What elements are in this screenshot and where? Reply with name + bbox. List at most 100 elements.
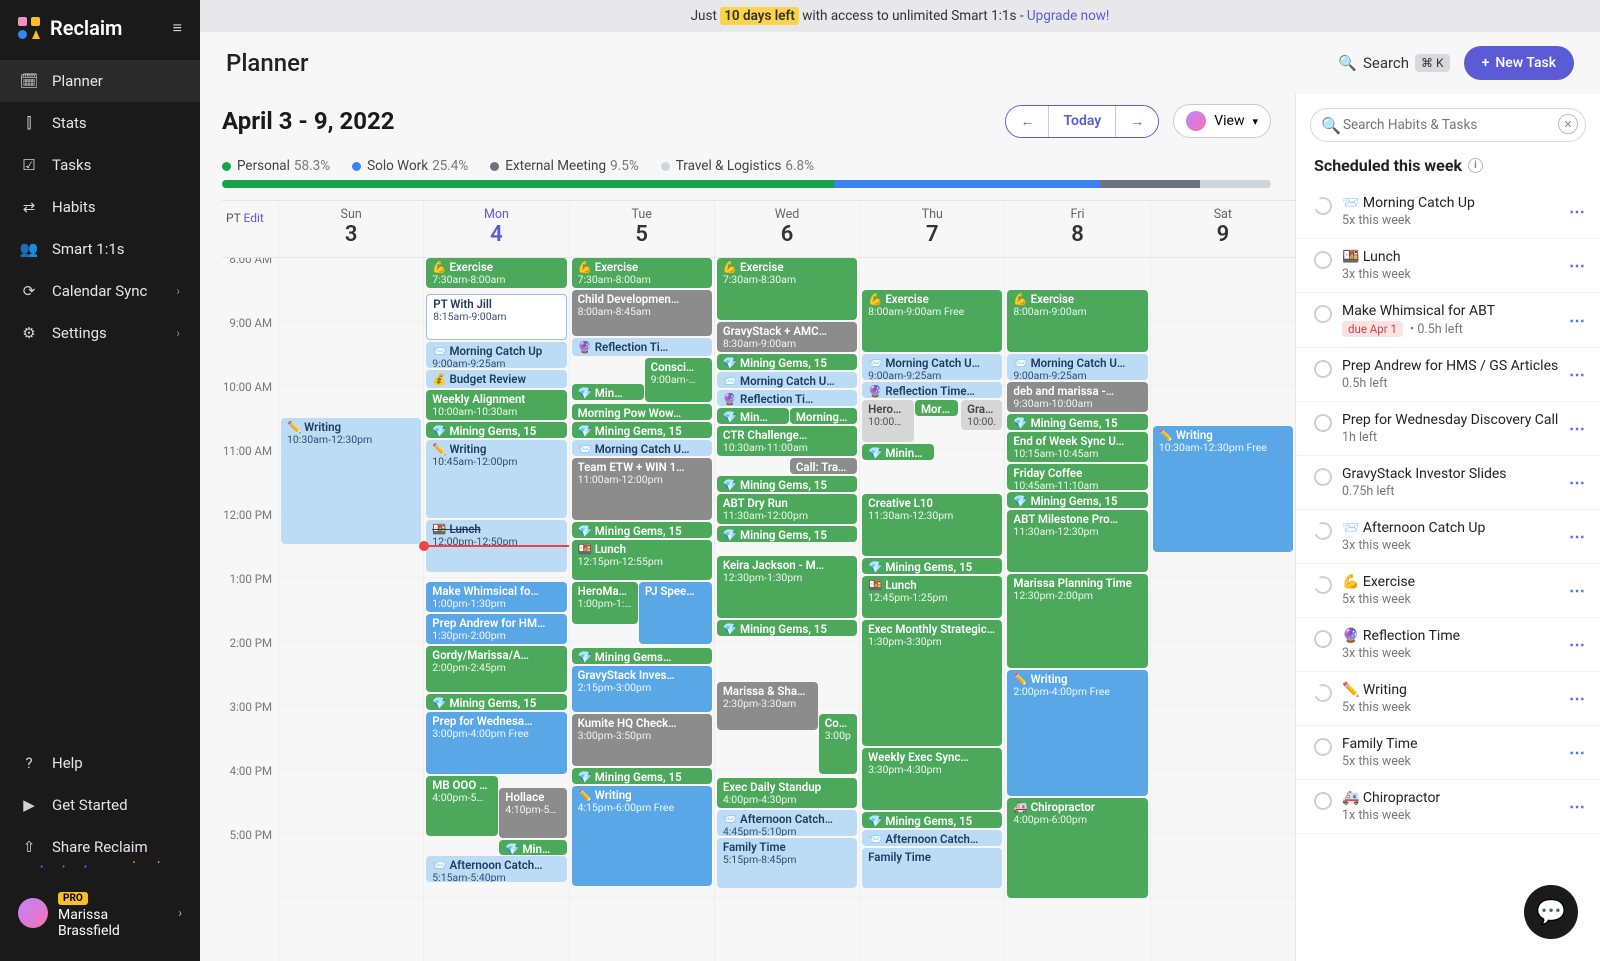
status-radio[interactable] bbox=[1314, 792, 1332, 810]
day-column[interactable]: 💪 Exercise8:00am-9:00am📨 Morning Catch U… bbox=[1004, 258, 1149, 961]
sidebar-item-tasks[interactable]: ☑Tasks bbox=[0, 144, 200, 186]
calendar-event[interactable]: 💎 Mining Gems, 15 bbox=[862, 812, 1002, 828]
calendar-event[interactable]: Gravy…10:00… bbox=[961, 400, 1002, 430]
calendar-event[interactable]: Make Whimsical fo…1:00pm-1:30pm bbox=[426, 582, 566, 612]
calendar-event[interactable]: 📨 Morning Catch U…9:00am-9:25am bbox=[862, 354, 1002, 380]
scheduled-item[interactable]: 📨 Morning Catch Up5x this week⋯ bbox=[1296, 185, 1600, 239]
calendar-event[interactable]: Kumite HQ Check…3:00pm-3:50pm bbox=[572, 714, 712, 766]
status-radio[interactable] bbox=[1314, 414, 1332, 432]
calendar-event[interactable]: 💎 Mining Gems, 15 bbox=[717, 526, 857, 542]
calendar-event[interactable]: 💎 Min… bbox=[572, 384, 644, 400]
habits-search-input[interactable] bbox=[1310, 108, 1586, 142]
day-header-sun[interactable]: Sun3 bbox=[278, 201, 423, 257]
calendar-event[interactable]: ✏️ Writing10:45am-12:00pm bbox=[426, 440, 566, 518]
scheduled-item[interactable]: 📨 Afternoon Catch Up3x this week⋯ bbox=[1296, 510, 1600, 564]
calendar-event[interactable]: Exec Daily Standup4:00pm-4:30pm bbox=[717, 778, 857, 808]
calendar-event[interactable]: ✏️ Writing10:30am-12:30pm bbox=[281, 418, 421, 544]
scheduled-item[interactable]: ✏️ Writing5x this week⋯ bbox=[1296, 672, 1600, 726]
calendar-event[interactable]: 💎 Mining Gems, 15 bbox=[1007, 414, 1147, 430]
more-icon[interactable]: ⋯ bbox=[1569, 256, 1586, 275]
calendar-event[interactable]: 💎 Min… bbox=[717, 408, 789, 424]
calendar-event[interactable]: GravyStack + AMC…8:30am-9:00am bbox=[717, 322, 857, 352]
calendar-event[interactable]: Morn… bbox=[915, 400, 958, 416]
calendar-event[interactable]: 📨 Afternoon Catch… bbox=[862, 830, 1002, 846]
status-radio[interactable] bbox=[1314, 251, 1332, 269]
calendar-event[interactable]: Family Time bbox=[862, 848, 1002, 888]
status-radio[interactable] bbox=[1311, 194, 1334, 217]
status-radio[interactable] bbox=[1314, 305, 1332, 323]
more-icon[interactable]: ⋯ bbox=[1569, 689, 1586, 708]
more-icon[interactable]: ⋯ bbox=[1569, 635, 1586, 654]
calendar-event[interactable]: Marissa & Sha…2:30pm-3:30am bbox=[717, 682, 818, 730]
calendar-event[interactable]: Marissa Planning Time12:30pm-2:00pm bbox=[1007, 574, 1147, 668]
next-button[interactable]: → bbox=[1116, 106, 1158, 137]
status-radio[interactable] bbox=[1314, 738, 1332, 756]
scheduled-item[interactable]: GravyStack Investor Slides0.75h left⋯ bbox=[1296, 456, 1600, 510]
calendar-event[interactable]: 📨 Morning Catch U… bbox=[572, 440, 712, 456]
day-column[interactable]: ✏️ Writing10:30am-12:30pm bbox=[278, 258, 423, 961]
calendar-event[interactable]: 💪 Exercise7:30am-8:30am bbox=[717, 258, 857, 320]
calendar-event[interactable]: ABT Dry Run11:30am-12:00pm bbox=[717, 494, 857, 524]
calendar-event[interactable]: Weekly Exec Sync…3:30pm-4:30pm bbox=[862, 748, 1002, 810]
calendar-event[interactable]: ✏️ Writing10:30am-12:30pm Free bbox=[1153, 426, 1293, 552]
sidebar-collapse-icon[interactable]: ≡ bbox=[173, 18, 182, 38]
calendar-event[interactable]: 💎 Mining Gems, 15 bbox=[717, 620, 857, 636]
status-radio[interactable] bbox=[1311, 519, 1334, 542]
day-header-sat[interactable]: Sat9 bbox=[1150, 201, 1295, 257]
calendar-event[interactable]: 💎 Mining Gems… bbox=[572, 648, 712, 664]
calendar-event[interactable]: 💎 Mining Gems, 15 bbox=[862, 558, 1002, 574]
calendar-event[interactable]: ✏️ Writing4:15pm-6:00pm Free bbox=[572, 786, 712, 886]
status-radio[interactable] bbox=[1314, 468, 1332, 486]
more-icon[interactable]: ⋯ bbox=[1569, 581, 1586, 600]
new-task-button[interactable]: +New Task bbox=[1464, 46, 1574, 80]
more-icon[interactable]: ⋯ bbox=[1569, 419, 1586, 438]
more-icon[interactable]: ⋯ bbox=[1569, 311, 1586, 330]
scheduled-item[interactable]: 🚑 Chiropractor1x this week⋯ bbox=[1296, 780, 1600, 834]
calendar-event[interactable]: Family Time5:15pm-8:45pm bbox=[717, 838, 857, 888]
status-radio[interactable] bbox=[1311, 681, 1334, 704]
calendar-event[interactable]: Consci…3:00pm-4… bbox=[819, 714, 857, 774]
calendar-event[interactable]: 💎 Min… bbox=[499, 840, 566, 855]
calendar-event[interactable]: Friday Coffee10:45am-11:10am bbox=[1007, 464, 1147, 490]
sidebar-item-calendar-sync[interactable]: ⟳Calendar Sync› bbox=[0, 270, 200, 312]
calendar-event[interactable]: Weekly Alignment10:00am-10:30am bbox=[426, 390, 566, 420]
calendar-event[interactable]: 💎 Mining Gems, 15 bbox=[572, 522, 712, 538]
today-button[interactable]: Today bbox=[1048, 106, 1116, 137]
calendar-event[interactable]: Call: Tra… bbox=[790, 458, 857, 474]
calendar-event[interactable]: 🚑 Chiropractor4:00pm-6:00pm bbox=[1007, 798, 1147, 898]
calendar-event[interactable]: 📨 Afternoon Catch…5:15am-5:40pm bbox=[426, 856, 566, 882]
calendar-event[interactable]: Hollace4:10pm-5… bbox=[499, 788, 566, 838]
day-column[interactable]: 💪 Exercise7:30am-8:30amGravyStack + AMC…… bbox=[714, 258, 859, 961]
calendar-event[interactable]: ABT Milestone Pro…11:30am-12:30pm bbox=[1007, 510, 1147, 572]
calendar-event[interactable]: Child Developmen…8:00am-8:45am bbox=[572, 290, 712, 336]
upgrade-link[interactable]: Upgrade now! bbox=[1027, 8, 1109, 24]
calendar-event[interactable]: 💎 Mining Gems, 15 bbox=[717, 354, 857, 370]
day-column[interactable]: 💪 Exercise7:30am-8:00amPT With Jill8:15a… bbox=[423, 258, 568, 961]
status-radio[interactable] bbox=[1314, 360, 1332, 378]
global-search[interactable]: 🔍 Search ⌘ K bbox=[1338, 54, 1449, 72]
clear-icon[interactable]: ✕ bbox=[1558, 114, 1578, 134]
calendar-event[interactable]: Morning Pow Wow… bbox=[572, 404, 712, 420]
calendar-event[interactable]: CTR Challenge…10:30am-11:00am bbox=[717, 426, 857, 456]
calendar-event[interactable]: Team ETW + WIN 1…11:00am-12:00pm bbox=[572, 458, 712, 520]
calendar-event[interactable]: 💪 Exercise8:00am-9:00am bbox=[1007, 290, 1147, 352]
prev-button[interactable]: ← bbox=[1006, 106, 1048, 137]
calendar-event[interactable]: 💎 Mining Gems, 15 bbox=[1007, 492, 1147, 508]
status-radio[interactable] bbox=[1314, 630, 1332, 648]
calendar-event[interactable]: Keira Jackson - M…12:30pm-1:30pm bbox=[717, 556, 857, 618]
profile[interactable]: • • •• • PRO Marissa Brassfield › bbox=[0, 872, 200, 961]
day-header-wed[interactable]: Wed6 bbox=[714, 201, 859, 257]
calendar-event[interactable]: Prep for Wednesa…3:00pm-4:00pm Free bbox=[426, 712, 566, 774]
calendar-event[interactable]: Exec Monthly Strategic…1:30pm-3:30pm bbox=[862, 620, 1002, 746]
calendar-event[interactable]: Consci…9:00am-… bbox=[645, 358, 712, 402]
tz-edit-link[interactable]: Edit bbox=[243, 211, 263, 225]
calendar-event[interactable]: Morning… bbox=[790, 408, 857, 424]
day-header-thu[interactable]: Thu7 bbox=[859, 201, 1004, 257]
day-header-fri[interactable]: Fri8 bbox=[1004, 201, 1149, 257]
scheduled-item[interactable]: 💪 Exercise5x this week⋯ bbox=[1296, 564, 1600, 618]
sidebar-item-share-reclaim[interactable]: ⇧Share Reclaim bbox=[0, 826, 200, 868]
calendar-event[interactable]: Prep Andrew for HM…1:30pm-2:00pm bbox=[426, 614, 566, 644]
more-icon[interactable]: ⋯ bbox=[1569, 365, 1586, 384]
calendar-event[interactable]: End of Week Sync U…10:15am-10:45am bbox=[1007, 432, 1147, 462]
calendar-event[interactable]: MB OOO …4:00pm-5… bbox=[426, 776, 498, 836]
